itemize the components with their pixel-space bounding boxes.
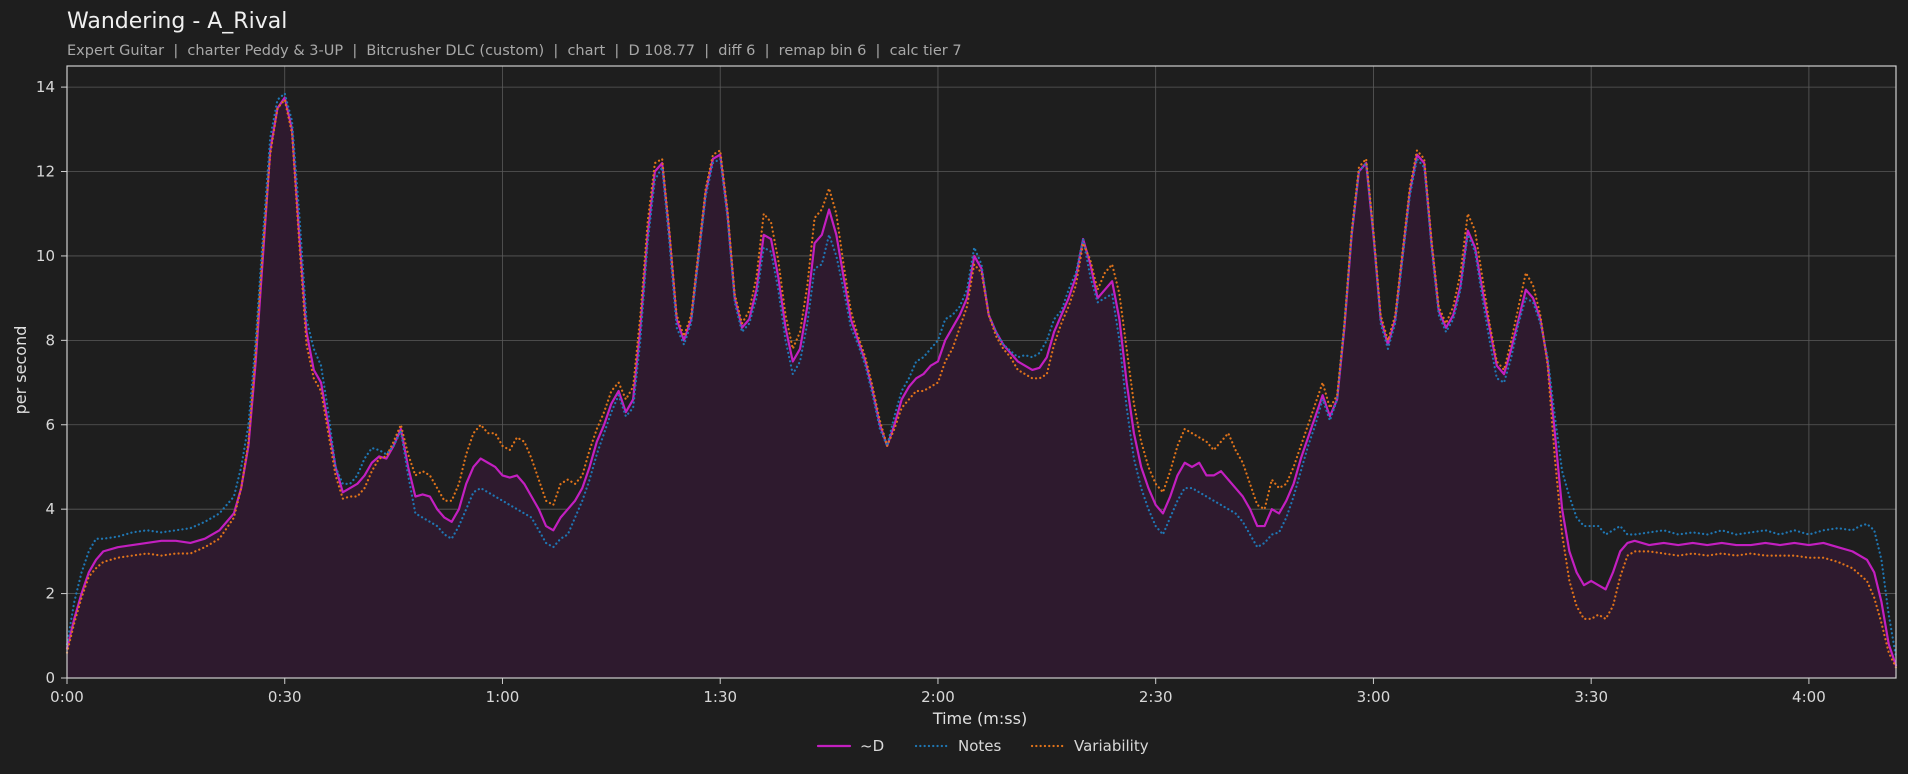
y-tick-label: 4 (45, 500, 55, 518)
y-tick-label: 0 (45, 669, 55, 687)
y-tick-label: 12 (36, 163, 55, 181)
x-tick-label: 1:30 (703, 688, 737, 706)
legend: ~D Notes Variability (816, 737, 1149, 755)
x-tick-label: 2:00 (921, 688, 955, 706)
legend-label-variability: Variability (1074, 737, 1149, 755)
chart-subtitle: Expert Guitar | charter Peddy & 3-UP | B… (67, 43, 962, 59)
x-tick-label: 3:00 (1357, 688, 1391, 706)
y-tick-label: 6 (45, 416, 55, 434)
x-tick-label: 1:00 (486, 688, 520, 706)
chart-svg: Wandering - A_Rival Expert Guitar | char… (0, 0, 1908, 774)
x-tick-label: 3:30 (1574, 688, 1608, 706)
x-axis-label: Time (m:ss) (932, 709, 1027, 728)
x-tick-label: 0:00 (50, 688, 84, 706)
y-axis-label: per second (11, 326, 30, 415)
y-tick-label: 8 (45, 331, 55, 349)
legend-label-notes: Notes (958, 737, 1002, 755)
x-tick-label: 2:30 (1139, 688, 1173, 706)
x-tick-label: 0:30 (268, 688, 302, 706)
legend-label-d: ~D (860, 737, 884, 755)
chart-title: Wandering - A_Rival (67, 9, 287, 34)
y-tick-label: 14 (36, 78, 55, 96)
y-tick-label: 10 (36, 247, 55, 265)
y-tick-label: 2 (45, 585, 55, 603)
x-tick-label: 4:00 (1792, 688, 1826, 706)
